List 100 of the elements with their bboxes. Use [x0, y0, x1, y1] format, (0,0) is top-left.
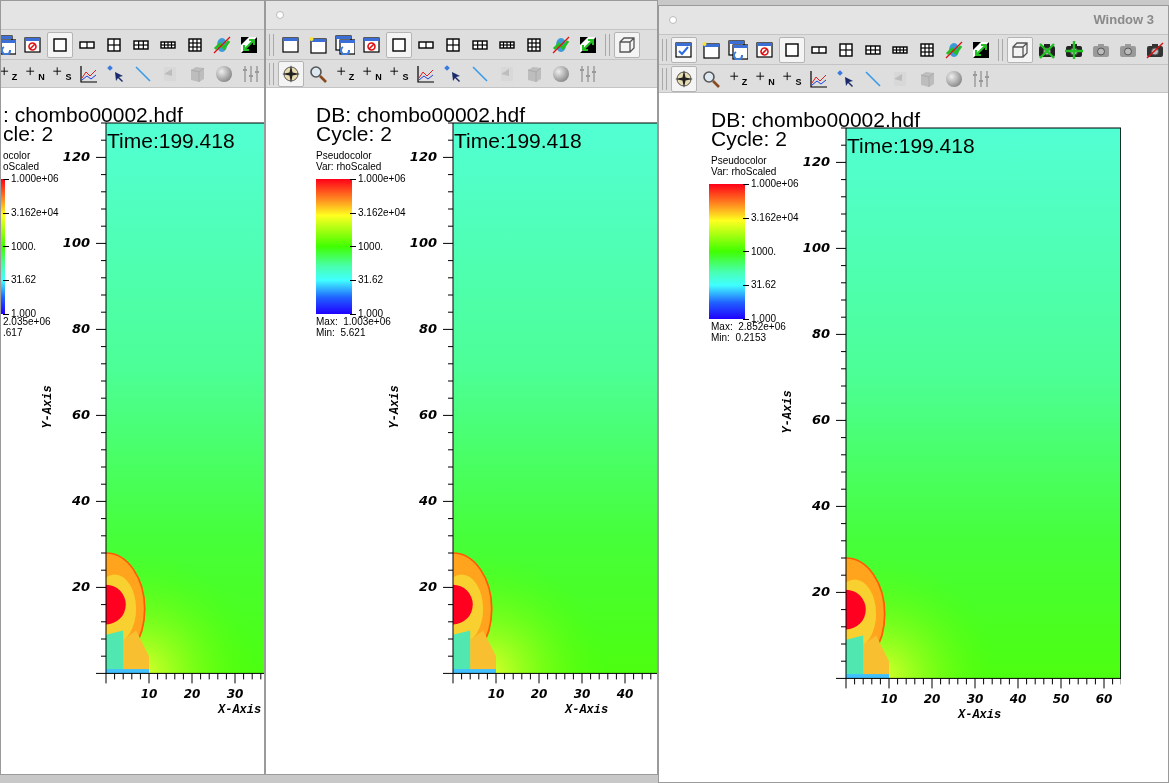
compass-button[interactable]	[671, 65, 697, 92]
cube-icon	[1010, 39, 1030, 60]
zoom-icon	[701, 68, 721, 89]
pick-cursor-icon	[443, 63, 463, 84]
single-layout-button[interactable]	[779, 36, 805, 63]
legend-tick-label: 1000.	[350, 241, 384, 252]
x-axis-label: X-Axis	[958, 709, 1002, 722]
cylinder-crossed-icon	[212, 34, 232, 55]
single-layout-button[interactable]	[386, 31, 412, 58]
y-axis-label: Y-Axis	[41, 385, 54, 429]
zoom-icon	[308, 63, 328, 84]
camera-arrows-icon	[1064, 39, 1084, 60]
shaded-sphere-icon	[551, 63, 571, 84]
y-tick-label: 60	[417, 408, 437, 422]
curve-plot-icon	[809, 68, 829, 89]
window-title: Window 3	[1093, 11, 1154, 30]
cylinder-crossed-icon	[551, 34, 571, 55]
plus-axis-button[interactable]: S	[779, 65, 805, 92]
cylinder-crossed-icon	[944, 39, 964, 60]
legend-tick-label: 1.000e+06	[350, 174, 406, 184]
y-tick-label: 40	[70, 494, 90, 508]
legend-tick-label: 1.000e+06	[3, 174, 59, 184]
new-window-icon	[701, 39, 721, 60]
cube-button[interactable]	[614, 31, 640, 58]
single-layout-button[interactable]	[47, 31, 73, 58]
y-tick-label: 60	[70, 408, 90, 422]
x-axis-label: X-Axis	[565, 704, 609, 717]
time-label: Time:199.418	[847, 135, 975, 156]
y-tick-label: 20	[417, 580, 437, 594]
legend-tick-label: 31.62	[350, 275, 384, 286]
legend-max: Max: 1.003e+06	[316, 317, 391, 327]
delete-window-icon	[362, 34, 382, 55]
database-label: DB: chombo00002.hdf	[316, 104, 525, 125]
sliders-icon	[241, 63, 261, 84]
x-tick-label: 30	[572, 688, 592, 701]
cube-icon	[617, 34, 637, 55]
sliders-icon	[971, 68, 991, 89]
diagonal-line-icon	[863, 68, 883, 89]
cycle-label: Cycle: 2	[316, 123, 392, 144]
database-label: : chombo00002.hdf	[3, 104, 183, 125]
pick-cursor-icon	[836, 68, 856, 89]
x-tick-label: 30	[965, 693, 985, 706]
cube-button[interactable]	[1007, 36, 1033, 63]
legend-tick-label: 3.162e+04	[743, 212, 799, 223]
curve-plot-icon	[416, 63, 436, 84]
sliders-icon	[578, 63, 598, 84]
window-icon	[281, 34, 301, 55]
legend-variable: Var: rhoScaled	[316, 162, 382, 172]
legend-tick-label: 1000.	[743, 246, 777, 257]
shaded-sphere-icon	[944, 68, 964, 89]
time-label: Time:199.418	[107, 130, 235, 151]
legend-variable: oScaled	[3, 162, 40, 172]
diagonal-arrows-icon	[971, 39, 991, 60]
y-tick-label: 80	[810, 327, 830, 341]
compass-button[interactable]	[278, 60, 304, 87]
legend-tick-label: 31.62	[3, 275, 37, 286]
diagonal-line-icon	[470, 63, 490, 84]
x-tick-label: 10	[879, 693, 899, 706]
x-tick-label: 20	[182, 688, 202, 701]
plus-axis-button[interactable]: N	[22, 60, 48, 87]
legend-title: Pseudocolor	[711, 156, 767, 166]
plus-axis-button[interactable]: Z	[332, 60, 358, 87]
camera-crossed-icon	[1145, 39, 1165, 60]
x-tick-label: 30	[225, 688, 245, 701]
y-tick-label: 80	[417, 322, 437, 336]
x-tick-label: 20	[529, 688, 549, 701]
compass-icon	[674, 68, 694, 89]
active-window-button[interactable]	[671, 36, 697, 63]
pick-cursor-icon	[106, 63, 126, 84]
plus-axis-button[interactable]: N	[359, 60, 385, 87]
curve-plot-icon	[79, 63, 99, 84]
clone-window-icon	[1, 34, 16, 55]
legend-title: ocolor	[3, 151, 31, 161]
plus-axis-button[interactable]: N	[752, 65, 778, 92]
legend-tick-label: 3.162e+04	[3, 207, 59, 218]
y-tick-label: 100	[408, 236, 437, 250]
database-label: DB: chombo00002.hdf	[711, 109, 920, 130]
y-tick-label: 120	[801, 155, 830, 169]
diagonal-arrows-icon	[239, 34, 259, 55]
x-tick-label: 40	[1008, 693, 1028, 706]
plus-axis-button[interactable]: Z	[725, 65, 751, 92]
y-tick-label: 40	[417, 494, 437, 508]
y-axis-label: Y-Axis	[388, 385, 401, 429]
x-tick-label: 20	[922, 693, 942, 706]
plus-axis-button[interactable]: S	[386, 60, 412, 87]
legend-variable: Var: rhoScaled	[711, 167, 777, 177]
y-tick-label: 120	[408, 150, 437, 164]
plus-axis-button[interactable]: Z	[1, 60, 21, 87]
y-tick-label: 120	[61, 150, 90, 164]
cycle-label: Cycle: 2	[711, 128, 787, 149]
legend-tick-label: 3.162e+04	[350, 207, 406, 218]
y-tick-label: 40	[810, 499, 830, 513]
delete-window-icon	[755, 39, 775, 60]
legend-max: Max: 2.852e+06	[711, 322, 786, 332]
diagonal-line-icon	[133, 63, 153, 84]
new-window-icon	[308, 34, 328, 55]
legend-title: Pseudocolor	[316, 151, 372, 161]
legend-tick-label: 1.000e+06	[743, 179, 799, 189]
clone-window-icon	[728, 39, 748, 60]
plus-axis-button[interactable]: S	[49, 60, 75, 87]
